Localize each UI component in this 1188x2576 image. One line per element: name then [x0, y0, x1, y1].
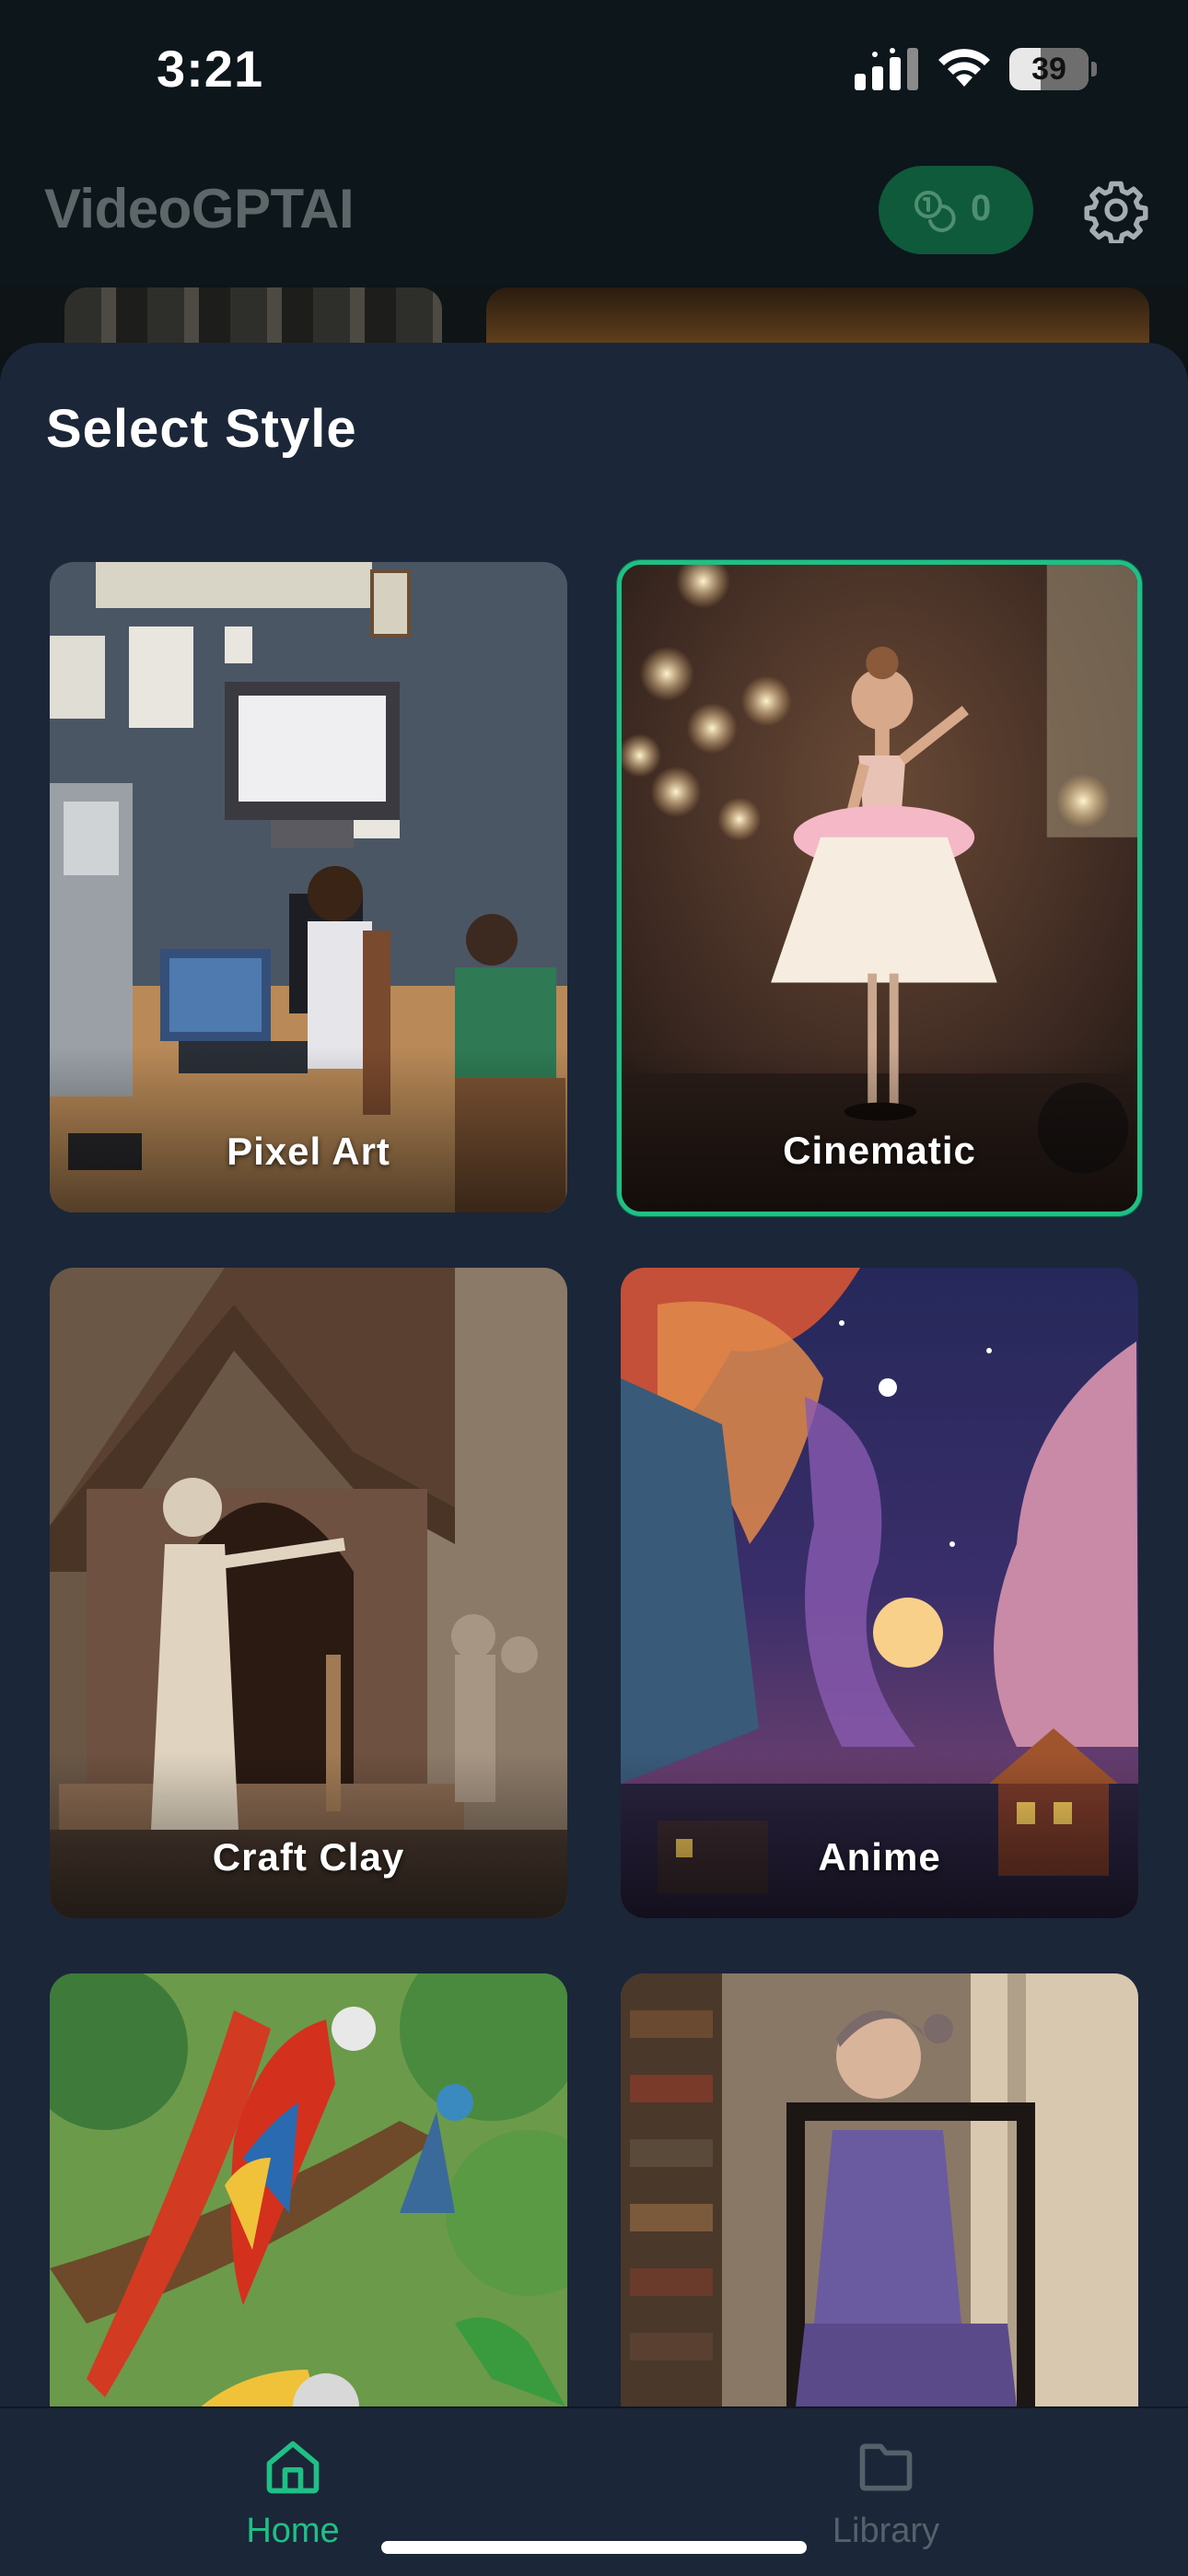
home-icon	[266, 2441, 320, 2494]
style-card-cinematic[interactable]: Cinematic	[617, 560, 1142, 1216]
credits-button[interactable]: 0	[879, 166, 1033, 254]
app-title: VideoGPTAI	[44, 178, 355, 240]
app-header: VideoGPTAI 0	[0, 147, 1188, 286]
select-style-sheet: Select Style Pixel Art Cinematic Craft C…	[0, 343, 1188, 2576]
style-card-pixel-art[interactable]: Pixel Art	[50, 562, 567, 1212]
credits-count: 0	[971, 188, 992, 228]
style-card-anime[interactable]: Anime	[621, 1268, 1138, 1918]
sheet-title: Select Style	[46, 399, 357, 459]
gear-icon[interactable]	[1083, 177, 1149, 243]
background-content	[0, 286, 1188, 350]
style-label: Anime	[818, 1835, 941, 1879]
style-card-craft-clay[interactable]: Craft Clay	[50, 1268, 567, 1918]
folder-icon	[859, 2443, 913, 2491]
home-indicator	[381, 2541, 807, 2554]
background-thumbnail	[486, 287, 1149, 350]
style-label: Cinematic	[783, 1129, 976, 1172]
style-label: Pixel Art	[227, 1130, 390, 1173]
status-bar: 3:21 39	[0, 0, 1188, 147]
style-label: Craft Clay	[212, 1835, 405, 1879]
battery-icon: 39	[1009, 48, 1098, 90]
wifi-icon	[938, 49, 990, 87]
battery-level: 39	[1031, 52, 1066, 87]
status-time: 3:21	[157, 40, 264, 98]
background-thumbnail	[64, 287, 442, 350]
cellular-signal-icon	[855, 48, 918, 90]
coins-icon	[914, 191, 956, 232]
